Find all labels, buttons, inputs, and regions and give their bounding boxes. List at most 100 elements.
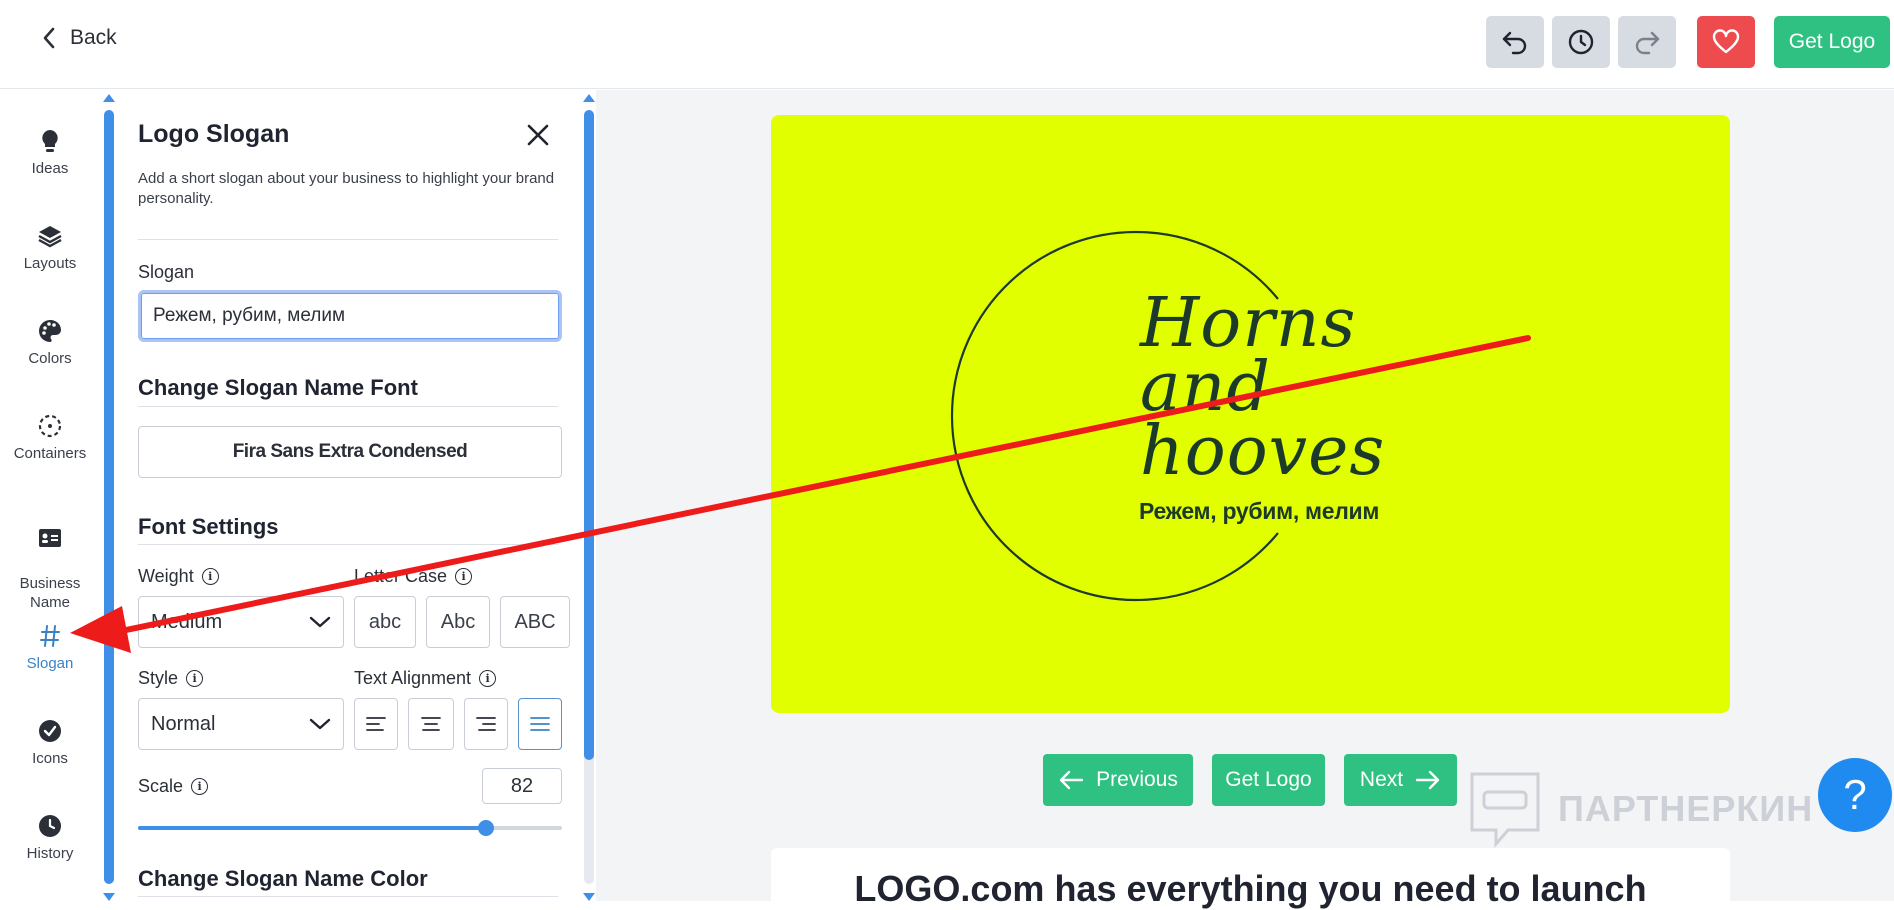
rail-label-colors: Colors	[28, 350, 72, 367]
rail-scroll-thumb[interactable]	[104, 110, 114, 884]
watermark-text: ПАРТНЕРКИН	[1558, 788, 1814, 829]
weight-label: Weight i	[138, 566, 219, 587]
rail-label-history: History	[26, 845, 74, 862]
info-icon[interactable]: i	[186, 670, 204, 687]
rail-item-containers[interactable]: Containers	[0, 413, 100, 462]
panel-title: Logo Slogan	[138, 120, 290, 148]
rail-label-business-name: Business Name	[19, 575, 81, 611]
align-justify-icon	[530, 717, 550, 731]
close-icon	[527, 124, 549, 146]
next-label: Next	[1359, 768, 1404, 791]
arrow-right-icon	[1415, 770, 1440, 790]
get-logo-button[interactable]: Get Logo	[1774, 16, 1890, 68]
promo-card: LOGO.com has everything you need to laun…	[771, 848, 1730, 909]
scale-slider-handle[interactable]	[477, 820, 494, 836]
letter-case-title-button[interactable]: Abc	[426, 596, 490, 648]
align-justify-button[interactable]	[518, 698, 562, 750]
redo-button[interactable]	[1618, 16, 1676, 68]
logo-name-line: and	[1140, 348, 1271, 427]
scale-input[interactable]: 82	[482, 768, 562, 804]
slogan-panel: Logo Slogan Add a short slogan about you…	[118, 90, 580, 901]
divider	[138, 406, 558, 407]
rail-item-slogan[interactable]: Slogan	[0, 623, 100, 672]
style-select[interactable]: Normal	[138, 698, 344, 750]
scale-label-text: Scale	[138, 776, 184, 796]
divider	[138, 896, 558, 897]
weight-select[interactable]: Medium	[138, 596, 344, 648]
close-button[interactable]	[523, 120, 553, 150]
panel-scroll-up-icon[interactable]	[583, 94, 595, 102]
align-center-button[interactable]	[408, 698, 454, 750]
style-value: Normal	[151, 712, 216, 735]
rail-item-colors[interactable]: Colors	[0, 318, 100, 367]
next-button[interactable]: Next	[1344, 754, 1457, 806]
rail-item-icons[interactable]: Icons	[0, 718, 100, 767]
logo-business-name: Horns and hooves	[1140, 284, 1386, 491]
letter-case-label: Letter Case i	[354, 566, 473, 587]
rail-item-layouts[interactable]: Layouts	[0, 223, 100, 272]
history-button[interactable]	[1552, 16, 1610, 68]
back-button[interactable]: Back	[42, 26, 117, 50]
rail-item-business-name[interactable]: Business Name	[0, 508, 100, 612]
favorite-button[interactable]	[1697, 16, 1755, 68]
align-right-button[interactable]	[464, 698, 508, 750]
logo-slogan: Режем, рубим, мелим	[1139, 498, 1380, 524]
watermark: ПАРТНЕРКИН	[1468, 770, 1813, 848]
heart-icon	[1712, 29, 1740, 54]
divider	[138, 239, 558, 240]
tool-rail: Ideas Layouts Colors Containers Business…	[0, 90, 100, 901]
logo-name-line: Horns	[1140, 284, 1357, 363]
text-alignment-label: Text Alignment i	[354, 668, 497, 689]
rail-label-containers: Containers	[13, 445, 87, 462]
help-button[interactable]: ?	[1818, 758, 1892, 832]
rail-scroll-down-icon[interactable]	[103, 893, 115, 901]
badge-check-icon	[39, 720, 61, 742]
letter-case-upper-button[interactable]: ABC	[500, 596, 570, 648]
get-logo-bottom-button[interactable]: Get Logo	[1212, 754, 1325, 806]
chevron-down-icon	[309, 616, 331, 628]
scale-label: Scale i	[138, 776, 209, 797]
rail-label-layouts: Layouts	[23, 255, 77, 272]
info-icon[interactable]: i	[191, 778, 209, 795]
panel-description: Add a short slogan about your business t…	[138, 170, 555, 207]
rail-item-ideas[interactable]: Ideas	[0, 128, 100, 177]
undo-button[interactable]	[1486, 16, 1544, 68]
lightbulb-icon	[42, 130, 58, 152]
clock-icon	[1568, 29, 1594, 55]
align-right-icon	[476, 717, 496, 731]
rail-label-ideas: Ideas	[31, 160, 69, 177]
letter-case-lower-button[interactable]: abc	[354, 596, 416, 648]
slogan-input-value: Режем, рубим, мелим	[153, 305, 346, 326]
scale-slider[interactable]	[138, 820, 562, 836]
palette-icon	[39, 320, 61, 342]
previous-label: Previous	[1096, 768, 1178, 791]
panel-scroll-down-icon[interactable]	[583, 893, 595, 901]
align-left-button[interactable]	[354, 698, 398, 750]
top-bar: Back Get Logo	[0, 0, 1894, 89]
style-label-text: Style	[138, 668, 179, 688]
divider	[138, 544, 558, 545]
id-card-icon	[39, 529, 61, 547]
info-icon[interactable]: i	[201, 568, 219, 585]
rail-item-history[interactable]: History	[0, 813, 100, 862]
align-center-icon	[421, 717, 441, 731]
weight-label-text: Weight	[138, 566, 194, 586]
text-alignment-label-text: Text Alignment	[354, 668, 472, 688]
layers-icon	[38, 226, 62, 248]
scale-slider-fill	[138, 826, 486, 830]
hash-icon	[40, 625, 60, 647]
color-section-title: Change Slogan Name Color	[138, 866, 428, 891]
previous-button[interactable]: Previous	[1043, 754, 1193, 806]
rail-scrollbar[interactable]	[104, 110, 114, 884]
rail-scroll-up-icon[interactable]	[103, 94, 115, 102]
info-icon[interactable]: i	[479, 670, 497, 687]
chevron-down-icon	[309, 718, 331, 730]
info-icon[interactable]: i	[455, 568, 473, 585]
logo-name-line: hooves	[1140, 412, 1386, 491]
undo-icon	[1502, 31, 1527, 55]
panel-scrollbar[interactable]	[584, 110, 594, 884]
rail-label-slogan: Slogan	[26, 655, 74, 672]
panel-scroll-thumb[interactable]	[584, 110, 594, 760]
font-picker-button[interactable]: Fira Sans Extra Condensed	[138, 426, 562, 478]
slogan-input[interactable]: Режем, рубим, мелим	[138, 290, 562, 342]
